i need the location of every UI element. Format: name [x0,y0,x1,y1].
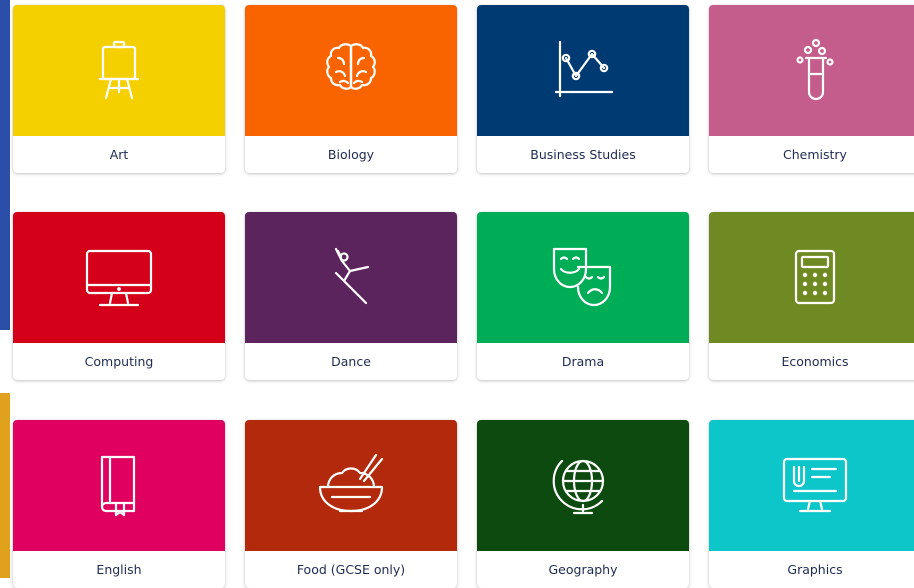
subject-card-art[interactable]: Art [13,5,225,173]
subject-card-business-studies[interactable]: Business Studies [477,5,689,173]
english-tile [13,420,225,551]
subject-label: Graphics [787,562,843,577]
subject-card-english[interactable]: English [13,420,225,588]
book-icon [100,455,136,516]
subject-card-geography[interactable]: Geography [477,420,689,588]
business-studies-tile [477,5,689,136]
drama-tile [477,212,689,343]
subject-card-dance[interactable]: Dance [245,212,457,380]
rice-bowl-icon [318,453,384,512]
subject-label: Business Studies [530,147,636,162]
dance-tile [245,212,457,343]
graphics-tile [709,420,914,551]
subject-label: Biology [327,147,375,162]
subject-card-economics[interactable]: Economics [709,212,914,380]
subject-card-computing[interactable]: Computing [13,212,225,380]
subject-card-biology[interactable]: Biology [245,5,457,173]
chemistry-tile [709,5,914,136]
subject-card-food[interactable]: Food (GCSE only) [245,420,457,588]
globe-icon [552,459,605,514]
subject-label: Computing [84,354,154,369]
biology-tile [245,5,457,136]
calculator-icon [794,249,836,304]
geography-tile [477,420,689,551]
test-tube-icon [796,38,834,100]
dancer-icon [334,247,370,304]
subject-label: Art [109,147,129,162]
subject-card-chemistry[interactable]: Chemistry [709,5,914,173]
subject-label: Drama [561,354,605,369]
subject-label: Food (GCSE only) [296,562,406,577]
economics-tile [709,212,914,343]
art-tile [13,5,225,136]
subject-label: Economics [781,354,849,369]
monitor-icon [85,249,153,306]
subject-label: Chemistry [783,147,847,162]
subject-card-graphics[interactable]: Graphics [709,420,914,588]
computing-tile [13,212,225,343]
left-edge-gold-strip [0,393,10,578]
theatre-masks-icon [552,247,612,306]
line-chart-icon [554,40,614,97]
design-screen-icon [782,457,848,512]
subject-card-drama[interactable]: Drama [477,212,689,380]
food-tile [245,420,457,551]
subject-label: Geography [548,562,618,577]
brain-icon [326,42,376,90]
easel-icon [98,40,140,99]
subject-label: Dance [331,354,371,369]
left-edge-blue-strip [0,0,10,330]
subject-label: English [96,562,142,577]
